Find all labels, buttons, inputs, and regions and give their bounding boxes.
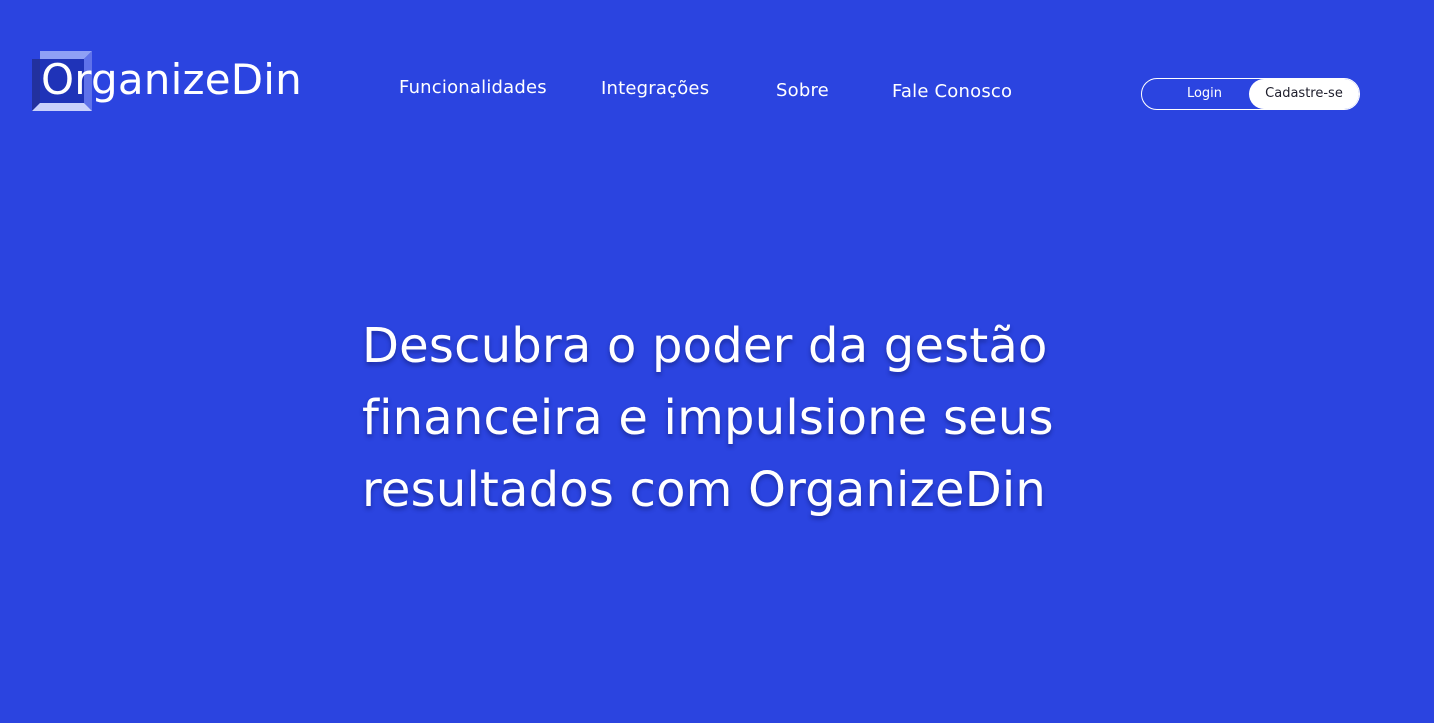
nav-item-fale-conosco[interactable]: Fale Conosco [892, 80, 1012, 104]
hero-headline-line-1: Descubra o poder da gestão [362, 318, 1048, 374]
nav-item-funcionalidades[interactable]: Funcionalidades [399, 76, 547, 100]
main-nav: Funcionalidades Integrações Sobre Fale C… [0, 0, 1100, 130]
hero-headline-line-3: resultados com OrganizeDin [362, 462, 1047, 518]
hero-headline-line-2: financeira e impulsione seus [362, 390, 1054, 446]
nav-item-sobre[interactable]: Sobre [776, 79, 829, 103]
auth-button-group: Login Cadastre-se [1141, 78, 1360, 110]
signup-button[interactable]: Cadastre-se [1249, 79, 1359, 109]
nav-item-integracoes[interactable]: Integrações [601, 77, 709, 101]
hero-headline: Descubra o poder da gestão financeira e … [362, 310, 1082, 526]
login-button[interactable]: Login [1142, 79, 1250, 109]
hero-section: Descubra o poder da gestão financeira e … [362, 310, 1082, 526]
